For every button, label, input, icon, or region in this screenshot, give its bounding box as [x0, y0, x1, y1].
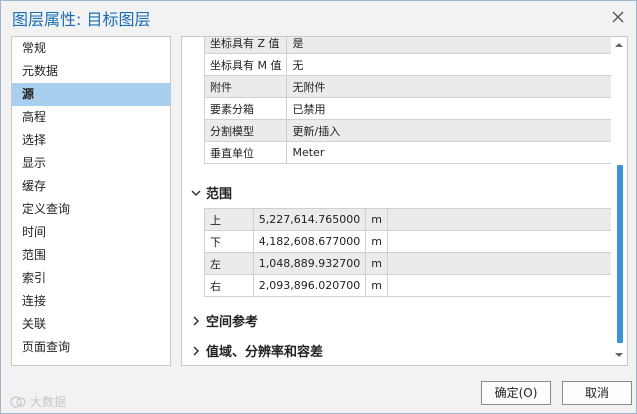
nav-item-source[interactable]: 源	[12, 83, 170, 106]
prop-value: 是	[286, 37, 612, 54]
domain-section-title: 值域、分辨率和容差	[206, 345, 324, 360]
nav-item-general[interactable]: 常规	[12, 37, 170, 60]
prop-value: 已禁用	[286, 97, 612, 120]
chevron-right-icon	[193, 315, 200, 326]
prop-value: Meter	[286, 141, 612, 164]
extent-section-title: 范围	[206, 187, 233, 202]
extent-value: 4,182,608.677000	[252, 230, 367, 253]
nav-item-selection[interactable]: 选择	[12, 129, 170, 152]
watermark-text: 大数据	[30, 395, 67, 409]
source-scroll-area: 坐标具有 Z 值 是 坐标具有 M 值 无 附件 无附件 要素分箱 已禁用 分割…	[182, 37, 612, 365]
dialog-title: 图层属性: 目标图层	[12, 10, 151, 29]
vertical-scrollbar[interactable]	[611, 37, 627, 365]
table-row: 右 2,093,896.020700 m	[204, 274, 612, 297]
nav-item-cache[interactable]: 缓存	[12, 175, 170, 198]
extent-spacer	[387, 208, 612, 231]
extent-direction: 上	[204, 208, 254, 231]
watermark: 大数据	[9, 393, 66, 410]
prop-value: 更新/插入	[286, 119, 612, 142]
extent-value: 2,093,896.020700	[252, 274, 367, 297]
nav-item-extent[interactable]: 范围	[12, 244, 170, 267]
table-row: 分割模型 更新/插入	[203, 119, 612, 142]
spatial-reference-section-header[interactable]: 空间参考	[190, 311, 258, 330]
prop-value: 无	[286, 53, 612, 76]
prop-key: 分割模型	[203, 119, 288, 142]
extent-value: 1,048,889.932700	[252, 252, 367, 275]
table-row: 左 1,048,889.932700 m	[204, 252, 612, 275]
nav-item-elevation[interactable]: 高程	[12, 106, 170, 129]
extent-unit: m	[365, 230, 389, 253]
extent-direction: 下	[204, 230, 254, 253]
prop-value: 无附件	[286, 75, 612, 98]
nav-item-joins[interactable]: 连接	[12, 290, 170, 313]
title-bar: 图层属性: 目标图层	[1, 1, 636, 35]
extent-table: 上 5,227,614.765000 m 下 4,182,608.677000 …	[204, 208, 612, 297]
cancel-button[interactable]: 取消	[562, 381, 632, 405]
source-props-table: 坐标具有 Z 值 是 坐标具有 M 值 无 附件 无附件 要素分箱 已禁用 分割…	[203, 37, 612, 164]
nav-item-definition-query[interactable]: 定义查询	[12, 198, 170, 221]
table-row: 坐标具有 Z 值 是	[203, 37, 612, 54]
nav-item-time[interactable]: 时间	[12, 221, 170, 244]
scrollbar-thumb[interactable]	[617, 165, 623, 343]
nav-item-display[interactable]: 显示	[12, 152, 170, 175]
source-panel: 坐标具有 Z 值 是 坐标具有 M 值 无 附件 无附件 要素分箱 已禁用 分割…	[181, 36, 628, 366]
table-row: 附件 无附件	[203, 75, 612, 98]
table-row: 上 5,227,614.765000 m	[204, 208, 612, 231]
extent-spacer	[387, 252, 612, 275]
chevron-right-icon	[193, 345, 200, 356]
extent-value: 5,227,614.765000	[252, 208, 367, 231]
scroll-up-icon[interactable]	[615, 41, 623, 49]
prop-key: 附件	[203, 75, 288, 98]
layer-properties-dialog: 图层属性: 目标图层 常规 元数据 源 高程 选择 显示 缓存 定义查询 时间 …	[0, 0, 637, 414]
scroll-down-icon[interactable]	[615, 351, 623, 359]
nav-item-metadata[interactable]: 元数据	[12, 60, 170, 83]
extent-unit: m	[365, 208, 389, 231]
nav-item-index[interactable]: 索引	[12, 267, 170, 290]
close-icon[interactable]	[610, 9, 626, 25]
extent-unit: m	[365, 274, 389, 297]
extent-spacer	[387, 274, 612, 297]
watermark-logo-icon	[10, 395, 26, 408]
table-row: 垂直单位 Meter	[203, 141, 612, 164]
extent-unit: m	[365, 252, 389, 275]
table-row: 要素分箱 已禁用	[203, 97, 612, 120]
chevron-down-icon	[191, 189, 201, 196]
extent-direction: 右	[204, 274, 254, 297]
extent-spacer	[387, 230, 612, 253]
table-row: 下 4,182,608.677000 m	[204, 230, 612, 253]
extent-direction: 左	[204, 252, 254, 275]
nav-item-page-query[interactable]: 页面查询	[12, 336, 170, 359]
spatial-reference-section-title: 空间参考	[206, 315, 259, 330]
prop-key: 垂直单位	[203, 141, 288, 164]
table-row: 坐标具有 M 值 无	[203, 53, 612, 76]
nav-item-relates[interactable]: 关联	[12, 313, 170, 336]
domain-section-header[interactable]: 值域、分辨率和容差	[190, 341, 323, 360]
prop-key: 坐标具有 Z 值	[203, 37, 288, 54]
prop-key: 要素分箱	[203, 97, 288, 120]
category-nav: 常规 元数据 源 高程 选择 显示 缓存 定义查询 时间 范围 索引 连接 关联…	[11, 36, 171, 366]
extent-section-header[interactable]: 范围	[190, 183, 232, 202]
prop-key: 坐标具有 M 值	[203, 53, 288, 76]
ok-button[interactable]: 确定(O)	[481, 381, 551, 405]
